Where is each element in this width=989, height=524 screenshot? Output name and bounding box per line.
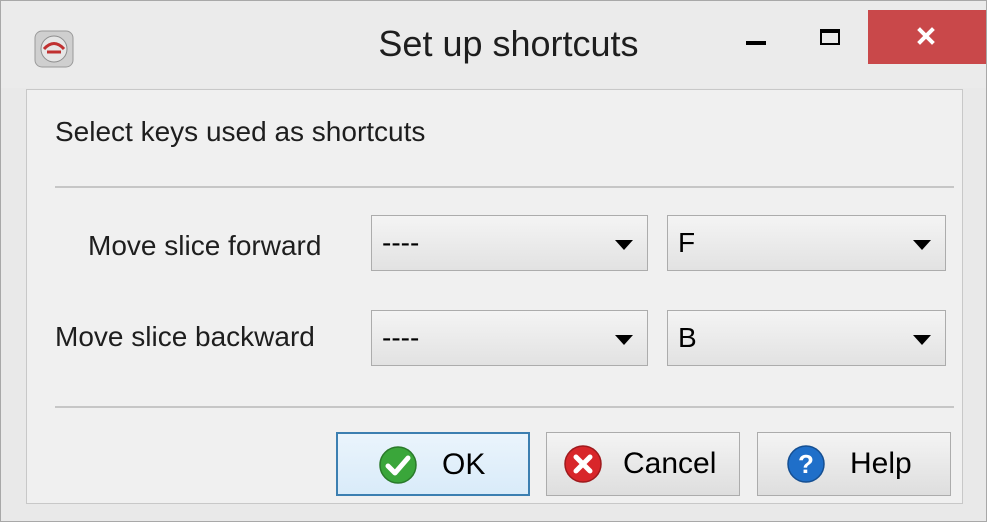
- cancel-button[interactable]: Cancel: [546, 432, 740, 496]
- help-icon: ?: [787, 445, 825, 483]
- minimize-icon: [746, 41, 766, 45]
- maximize-button[interactable]: [801, 11, 861, 65]
- maximize-icon: [820, 29, 840, 45]
- separator: [55, 406, 954, 408]
- move-forward-modifier-select[interactable]: ----: [371, 215, 648, 271]
- select-value: F: [678, 227, 696, 258]
- ok-button[interactable]: OK: [336, 432, 530, 496]
- separator: [55, 186, 954, 188]
- close-icon: [917, 27, 935, 45]
- close-button[interactable]: [868, 10, 986, 64]
- minimize-button[interactable]: [725, 11, 785, 65]
- select-value: ----: [382, 322, 420, 353]
- help-label: Help: [850, 447, 912, 480]
- move-backward-modifier-select[interactable]: ----: [371, 310, 648, 366]
- move-forward-key-select[interactable]: F: [667, 215, 946, 271]
- dialog-window: Set up shortcuts Select keys used as sho…: [0, 0, 987, 522]
- svg-text:?: ?: [798, 449, 814, 479]
- dialog-content: Select keys used as shortcuts Move slice…: [26, 89, 963, 504]
- chevron-down-icon: [615, 240, 633, 250]
- cancel-label: Cancel: [623, 447, 717, 480]
- cancel-icon: [564, 445, 602, 483]
- instructions-label: Select keys used as shortcuts: [55, 116, 426, 147]
- select-value: B: [678, 322, 697, 353]
- move-backward-label: Move slice backward: [55, 321, 315, 352]
- move-backward-key-select[interactable]: B: [667, 310, 946, 366]
- title-bar[interactable]: Set up shortcuts: [1, 1, 986, 88]
- move-forward-label: Move slice forward: [88, 230, 322, 261]
- ok-label: OK: [442, 448, 486, 481]
- chevron-down-icon: [615, 335, 633, 345]
- chevron-down-icon: [913, 335, 931, 345]
- chevron-down-icon: [913, 240, 931, 250]
- select-value: ----: [382, 227, 420, 258]
- help-button[interactable]: ? Help: [757, 432, 951, 496]
- checkmark-icon: [379, 446, 417, 484]
